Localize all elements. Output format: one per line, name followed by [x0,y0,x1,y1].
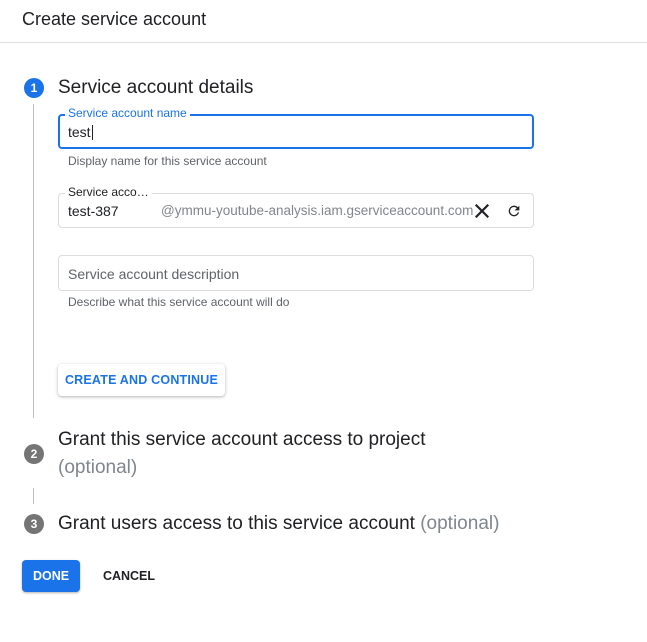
step-3-heading: Grant users access to this service accou… [58,510,499,538]
step-1-title: Service account details [58,77,254,98]
step-2-number: 2 [24,444,44,464]
step-3-optional: (optional) [420,513,500,534]
clear-icon[interactable] [470,199,494,223]
cancel-button[interactable]: CANCEL [94,560,164,592]
service-account-email-suffix: @ymmu-youtube-analysis.iam.gserviceaccou… [161,203,474,218]
step-2-title: Grant this service account access to pro… [58,429,426,450]
create-and-continue-button[interactable]: CREATE AND CONTINUE [58,364,225,396]
service-account-name-value: test [68,124,91,140]
service-account-name-hint: Display name for this service account [68,154,267,168]
service-account-id-label: Service acco… [65,185,152,199]
page-title: Create service account [22,9,207,29]
refresh-icon[interactable] [502,199,526,223]
step-3-title: Grant users access to this service accou… [58,513,415,534]
step-2-optional: (optional) [58,457,138,478]
service-account-description-hint: Describe what this service account will … [68,295,290,309]
service-account-description-placeholder: Service account description [68,266,240,282]
service-account-description-field[interactable]: Service account description [58,255,534,291]
done-button[interactable]: DONE [22,560,80,592]
step-2-connector [33,488,34,504]
text-caret [91,125,93,140]
step-3-number: 3 [24,514,44,534]
service-account-name-label: Service account name [65,106,190,120]
step-1-number: 1 [24,78,44,98]
dialog-header: Create service account [0,0,647,43]
service-account-id-value: test-387 [68,203,119,219]
step-1-connector [33,104,34,418]
